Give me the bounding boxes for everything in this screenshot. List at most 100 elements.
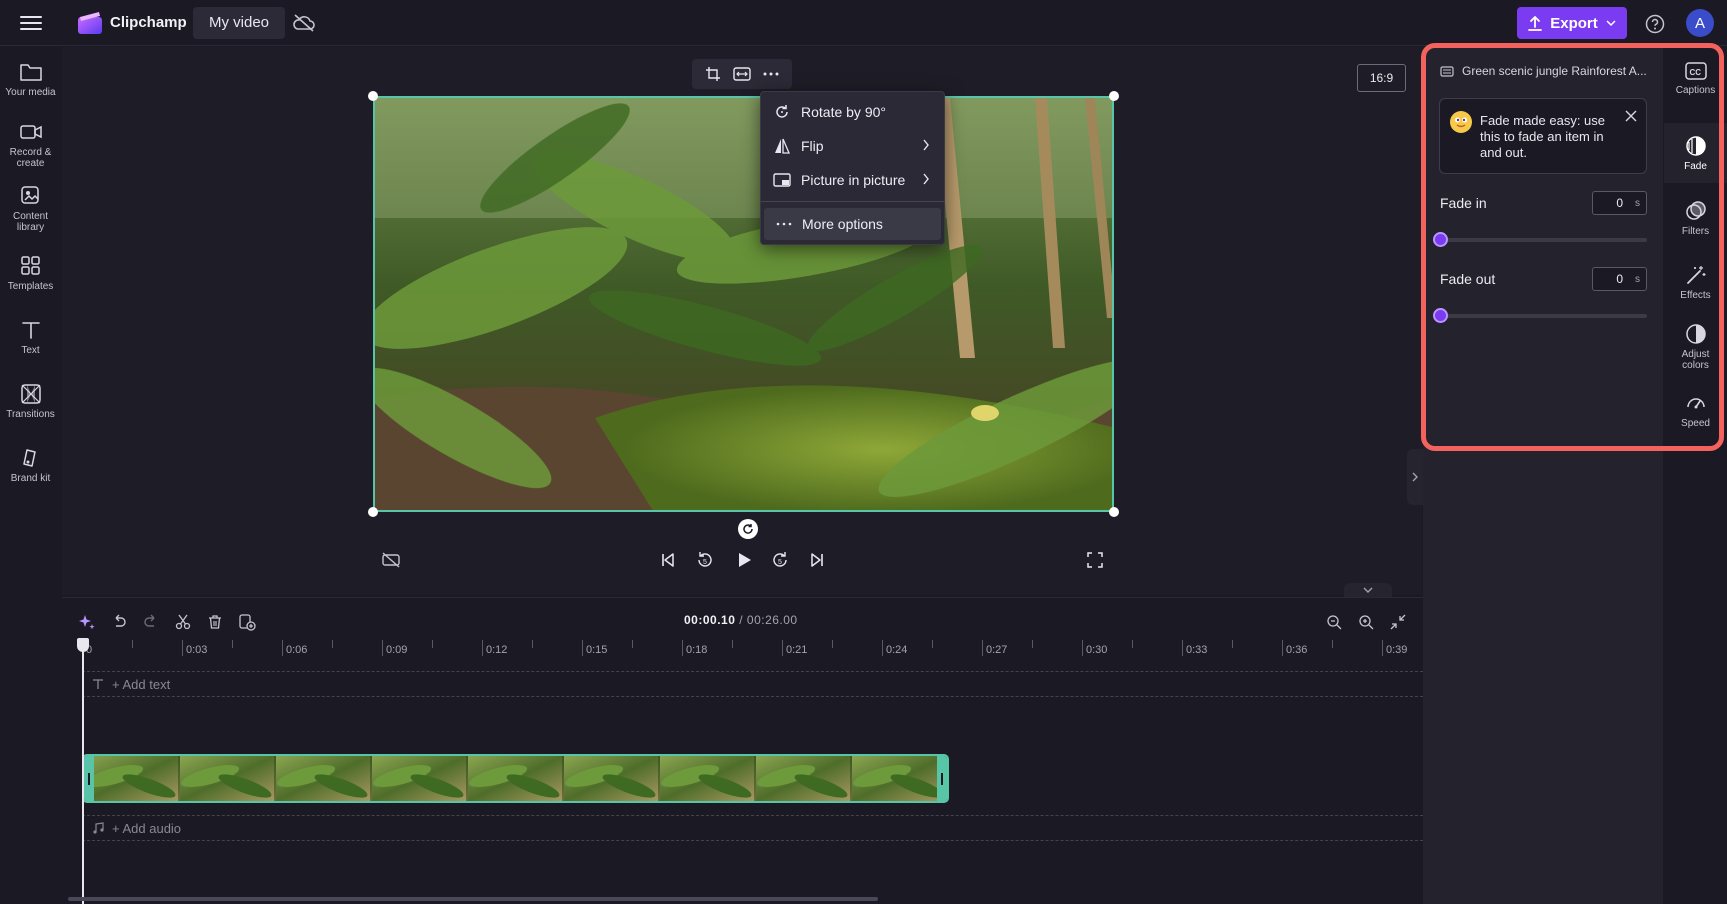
forward-5s-button[interactable]: 5 xyxy=(769,549,791,571)
fade-in-slider[interactable] xyxy=(1433,232,1647,247)
clip-trim-handle-left[interactable] xyxy=(84,756,94,801)
help-icon[interactable] xyxy=(1644,13,1666,35)
skip-back-icon xyxy=(662,553,674,567)
resize-handle-top-left[interactable] xyxy=(368,91,378,101)
fullscreen-icon xyxy=(1087,552,1103,568)
resize-handle-bottom-right[interactable] xyxy=(1109,507,1119,517)
more-options-menu: Rotate by 90° Flip Picture in picture Mo… xyxy=(760,91,945,245)
brand-kit-icon xyxy=(22,449,36,467)
chevron-right-icon xyxy=(923,139,929,151)
templates-icon xyxy=(20,256,40,275)
tab-captions[interactable]: CC Captions xyxy=(1664,61,1727,96)
playhead-handle[interactable] xyxy=(77,638,89,652)
playhead[interactable] xyxy=(82,640,84,904)
fullscreen-button[interactable] xyxy=(1084,549,1106,571)
fade-in-value: 0 xyxy=(1616,196,1623,210)
menu-item-label: Rotate by 90° xyxy=(801,104,886,120)
add-text-label: + Add text xyxy=(112,676,171,692)
svg-text:5: 5 xyxy=(703,559,707,566)
sidebar-item-record-create[interactable]: Record & create xyxy=(0,121,61,169)
menu-item-more-options[interactable]: More options xyxy=(764,208,941,240)
fade-out-input[interactable]: 0 s xyxy=(1592,267,1647,291)
sidebar-item-your-media[interactable]: Your media xyxy=(0,61,61,98)
user-avatar[interactable]: A xyxy=(1686,9,1714,37)
video-preview[interactable] xyxy=(373,96,1114,512)
sidebar-item-content-library[interactable]: Content library xyxy=(0,185,61,233)
crop-button[interactable] xyxy=(701,62,725,86)
delete-button[interactable] xyxy=(204,611,226,633)
sparkle-icon xyxy=(79,615,95,630)
menu-icon[interactable] xyxy=(18,12,44,34)
video-clip[interactable] xyxy=(82,754,949,803)
tab-filters[interactable]: Filters xyxy=(1664,200,1727,237)
fade-in-slider-thumb[interactable] xyxy=(1433,232,1448,247)
collapse-timeline-button[interactable] xyxy=(1344,583,1392,597)
menu-item-label: More options xyxy=(802,216,883,232)
redo-button[interactable] xyxy=(140,611,162,633)
sidebar-item-label: Templates xyxy=(7,281,54,292)
resize-handle-bottom-left[interactable] xyxy=(368,507,378,517)
tab-speed[interactable]: Speed xyxy=(1664,392,1727,429)
resize-handle-top-right[interactable] xyxy=(1109,91,1119,101)
rotate-handle[interactable] xyxy=(738,519,758,539)
zoom-out-button[interactable] xyxy=(1323,611,1345,633)
close-icon[interactable] xyxy=(1624,109,1638,123)
filters-icon xyxy=(1685,201,1706,220)
split-button[interactable] xyxy=(172,611,194,633)
sidebar-item-label: Transitions xyxy=(6,409,55,420)
adjust-colors-icon xyxy=(1685,324,1706,344)
play-button[interactable] xyxy=(733,549,755,571)
text-track[interactable]: + Add text xyxy=(82,671,1423,697)
ruler-minor-tick xyxy=(532,640,533,648)
ruler-minor-tick xyxy=(1132,640,1133,648)
ruler-minor-tick xyxy=(1332,640,1333,648)
ruler-label: 0:30 xyxy=(1086,644,1108,656)
chevron-down-icon xyxy=(1606,20,1616,27)
ruler-tick xyxy=(582,640,583,656)
ai-assist-button[interactable] xyxy=(76,611,98,633)
clip-title-row: Green scenic jungle Rainforest A... xyxy=(1440,64,1652,78)
ruler-minor-tick xyxy=(832,640,833,648)
ruler-minor-tick xyxy=(932,640,933,648)
speed-icon xyxy=(1686,398,1705,409)
folder-icon xyxy=(19,64,42,81)
fade-out-slider-thumb[interactable] xyxy=(1433,308,1448,323)
ruler-label: 0:27 xyxy=(986,644,1008,656)
fit-timeline-button[interactable] xyxy=(1387,611,1409,633)
sidebar-item-brand-kit[interactable]: Brand kit xyxy=(0,447,61,484)
ruler-tick xyxy=(782,640,783,656)
collapse-right-panel-button[interactable] xyxy=(1407,449,1423,505)
menu-item-flip[interactable]: Flip xyxy=(761,130,944,162)
fade-out-slider[interactable] xyxy=(1433,308,1647,323)
skip-to-start-button[interactable] xyxy=(657,549,679,571)
property-tabs: CC Captions Fade Filters Effects Adjust … xyxy=(1664,47,1727,904)
zoom-in-button[interactable] xyxy=(1355,611,1377,633)
audio-track[interactable]: + Add audio xyxy=(82,815,1423,841)
timeline-scrollbar[interactable] xyxy=(68,897,878,901)
sidebar-item-transitions[interactable]: Transitions xyxy=(0,383,61,420)
clip-trim-handle-right[interactable] xyxy=(937,756,947,801)
add-to-library-button[interactable] xyxy=(236,611,258,633)
menu-divider xyxy=(761,201,944,202)
cloud-offline-icon[interactable] xyxy=(292,12,316,34)
fit-button[interactable] xyxy=(730,62,754,86)
tab-fade[interactable]: Fade xyxy=(1664,123,1727,183)
menu-item-picture-in-picture[interactable]: Picture in picture xyxy=(761,164,944,196)
hide-preview-button[interactable] xyxy=(380,549,402,571)
fade-in-input[interactable]: 0 s xyxy=(1592,191,1647,215)
skip-to-end-button[interactable] xyxy=(806,549,828,571)
time-ruler[interactable]: 0 0:03 0:06 0:09 0:12 0:15 0:18 0:21 0:24 0:27 0:3… xyxy=(82,640,1412,660)
sidebar-item-templates[interactable]: Templates xyxy=(0,255,61,292)
more-tools-button[interactable] xyxy=(759,62,783,86)
tab-adjust-colors[interactable]: Adjust colors xyxy=(1664,323,1727,371)
project-title[interactable]: My video xyxy=(193,7,286,39)
ruler-tick xyxy=(882,640,883,656)
tab-effects[interactable]: Effects xyxy=(1664,264,1727,301)
sidebar-item-text[interactable]: Text xyxy=(0,319,61,356)
rewind-5s-button[interactable]: 5 xyxy=(694,549,716,571)
aspect-ratio-button[interactable]: 16:9 xyxy=(1357,64,1406,92)
export-button[interactable]: Export xyxy=(1517,7,1627,39)
rotate-icon xyxy=(776,105,788,118)
undo-button[interactable] xyxy=(108,611,130,633)
menu-item-rotate[interactable]: Rotate by 90° xyxy=(761,96,944,128)
